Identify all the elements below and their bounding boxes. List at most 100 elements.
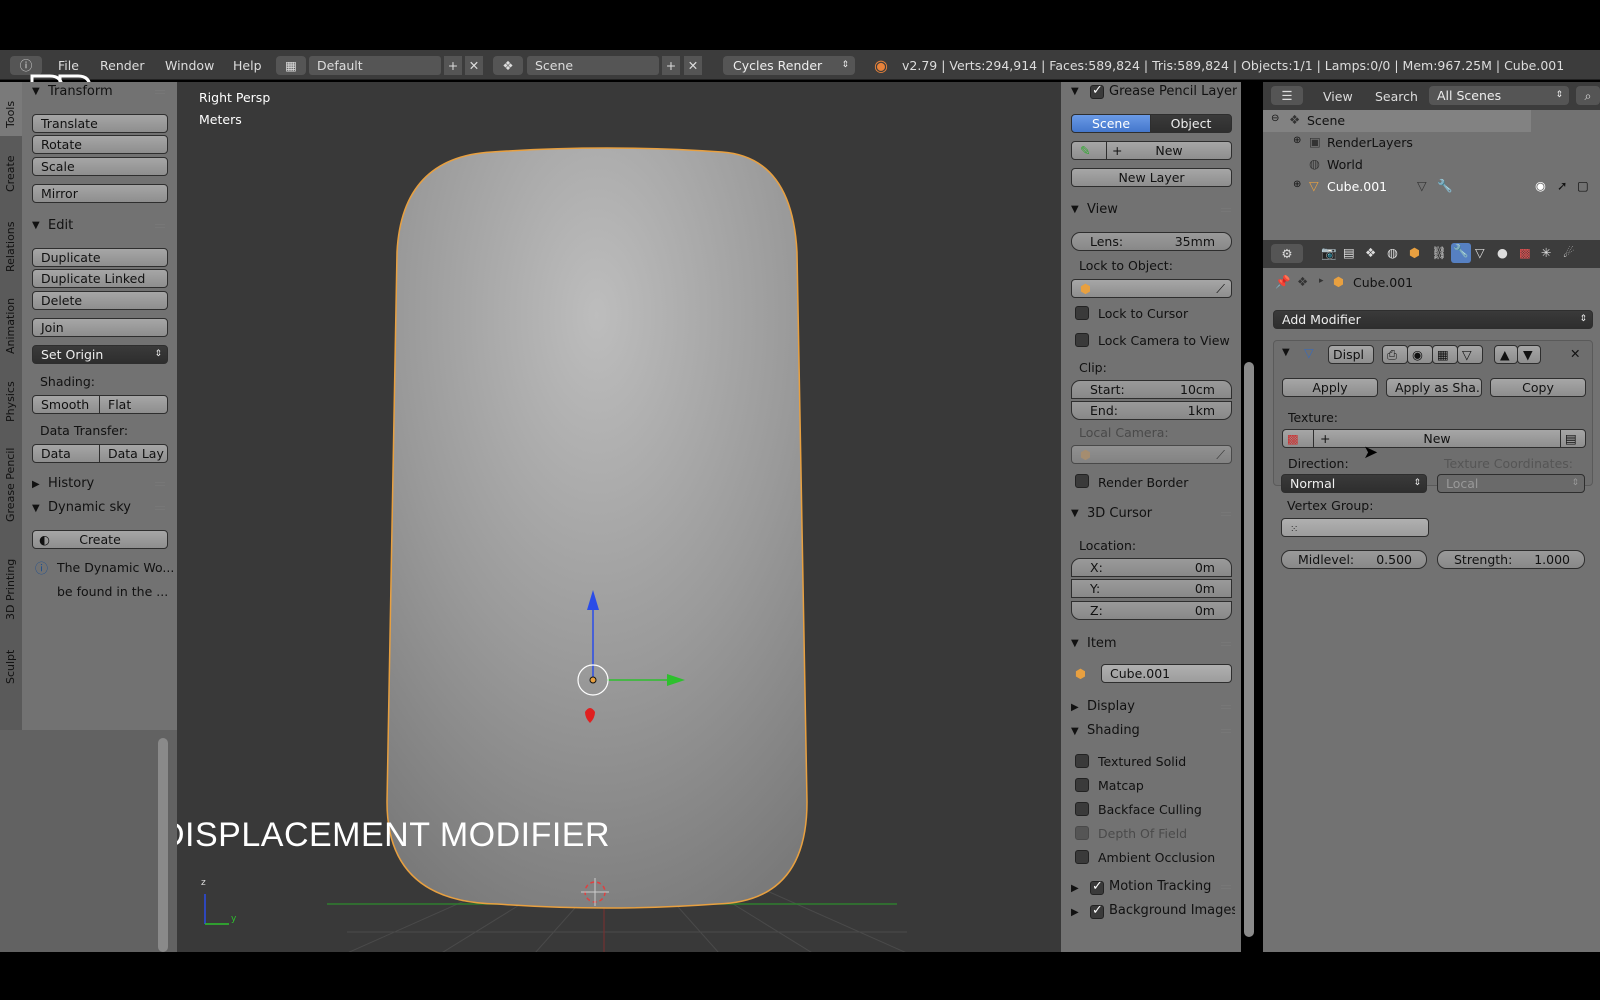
backface-culling-checkbox[interactable]: [1075, 802, 1089, 816]
expand-triangle-icon[interactable]: ▶: [32, 479, 40, 490]
duplicate-button[interactable]: Duplicate: [32, 248, 168, 267]
drag-grip-icon[interactable]: [155, 224, 165, 228]
scrollbar[interactable]: [158, 738, 168, 952]
view-header[interactable]: View: [1087, 202, 1118, 217]
scene-close-icon[interactable]: ✕: [684, 56, 702, 75]
copy-button[interactable]: Copy: [1490, 378, 1586, 397]
layout-field[interactable]: Default: [309, 56, 441, 75]
n-panel-scrollbar[interactable]: [1244, 362, 1254, 937]
background-images-header[interactable]: Background Images: [1109, 903, 1235, 918]
collapse-triangle-icon[interactable]: ▼: [32, 86, 40, 97]
collapse-triangle-icon[interactable]: ▼: [32, 503, 40, 514]
create-sky-button[interactable]: ◐ Create: [32, 530, 168, 549]
shading-header[interactable]: Shading: [1087, 723, 1140, 738]
lock-object-field[interactable]: ⬢ ⟋: [1071, 279, 1232, 298]
ambient-occlusion-checkbox[interactable]: [1075, 850, 1089, 864]
texture-coordinates-select[interactable]: Local ⇕: [1437, 474, 1585, 493]
constraints-tab-icon[interactable]: ⛓: [1431, 245, 1447, 261]
lock-camera-checkbox[interactable]: [1075, 333, 1089, 347]
show-editmode-toggle[interactable]: ▦: [1432, 345, 1458, 364]
drag-grip-icon[interactable]: [155, 482, 165, 486]
drag-grip-icon[interactable]: [1221, 642, 1231, 646]
collapse-triangle-icon[interactable]: ▼: [1071, 508, 1079, 519]
properties-editor-icon[interactable]: ⚙: [1271, 244, 1303, 263]
viewport[interactable]: z y Right Persp Meters DISPLACEMENT MODI…: [177, 82, 1061, 952]
smooth-button[interactable]: Smooth: [32, 395, 100, 414]
collapse-triangle-icon[interactable]: ▼: [1071, 86, 1079, 97]
collapse-triangle-icon[interactable]: ▼: [32, 220, 40, 231]
show-cage-toggle[interactable]: ▽: [1457, 345, 1483, 364]
strength-field[interactable]: Strength: 1.000: [1437, 550, 1585, 569]
cursor-y-field[interactable]: Y: 0m: [1071, 579, 1232, 598]
expand-icon[interactable]: ⊕: [1293, 135, 1301, 146]
data-button[interactable]: Data: [32, 444, 100, 463]
drag-grip-icon[interactable]: [1221, 512, 1231, 516]
new-gp-button[interactable]: + New: [1106, 141, 1232, 160]
scale-button[interactable]: Scale: [32, 157, 168, 176]
lens-field[interactable]: Lens: 35mm: [1071, 232, 1232, 251]
render-tab-icon[interactable]: 📷: [1321, 245, 1337, 261]
layout-type-icon[interactable]: ▦: [276, 56, 306, 75]
object-tab-icon[interactable]: ⬢: [1409, 245, 1420, 260]
outliner-editor-icon[interactable]: ☰: [1271, 86, 1303, 105]
render-layers-tab-icon[interactable]: ▤: [1343, 245, 1355, 260]
clip-end-field[interactable]: End: 1km: [1071, 401, 1232, 420]
scene-field[interactable]: Scene: [527, 56, 659, 75]
cursor-x-field[interactable]: X: 0m: [1071, 558, 1232, 577]
dynamic-sky-header[interactable]: Dynamic sky: [48, 500, 131, 515]
local-camera-field[interactable]: ⬢ ⟋: [1071, 445, 1232, 464]
texture-tab-icon[interactable]: ▩: [1519, 245, 1531, 260]
duplicate-linked-button[interactable]: Duplicate Linked: [32, 269, 168, 288]
show-viewport-toggle[interactable]: ◉: [1407, 345, 1433, 364]
motion-tracking-header[interactable]: Motion Tracking: [1109, 879, 1211, 894]
texture-browse[interactable]: ▩: [1282, 429, 1314, 448]
show-render-toggle[interactable]: ⎙: [1382, 345, 1408, 364]
collapse-triangle-icon[interactable]: ▼: [1071, 638, 1079, 649]
selectable-cursor-icon[interactable]: ➚: [1557, 178, 1567, 193]
history-header[interactable]: History: [48, 476, 94, 491]
modifier-name-field[interactable]: Displ: [1328, 345, 1374, 364]
drag-grip-icon[interactable]: [155, 90, 165, 94]
render-engine-select[interactable]: Cycles Render ⇕: [723, 56, 855, 75]
data-tab-icon[interactable]: ▽: [1475, 245, 1485, 260]
lock-to-cursor-checkbox[interactable]: [1075, 306, 1089, 320]
item-name-field[interactable]: Cube.001: [1101, 664, 1232, 683]
drag-grip-icon[interactable]: [1221, 885, 1231, 889]
collapse-triangle-icon[interactable]: ▼: [1282, 347, 1290, 358]
world-tab-icon[interactable]: ◍: [1387, 245, 1398, 260]
outliner-search-icon[interactable]: ⌕: [1576, 86, 1600, 105]
expand-triangle-icon[interactable]: ▶: [1071, 883, 1079, 894]
drag-grip-icon[interactable]: [1221, 729, 1231, 733]
outliner-search-menu[interactable]: Search: [1375, 89, 1418, 104]
physics-tab-icon[interactable]: ☄: [1563, 245, 1574, 260]
drag-grip-icon[interactable]: [1221, 705, 1231, 709]
layout-close-icon[interactable]: ✕: [465, 56, 483, 75]
collapse-triangle-icon[interactable]: ▼: [1071, 204, 1079, 215]
outliner-row-scene[interactable]: [1263, 110, 1531, 132]
drag-grip-icon[interactable]: [1221, 208, 1231, 212]
material-tab-icon[interactable]: ●: [1497, 245, 1508, 260]
data-lay-button[interactable]: Data Lay: [99, 444, 168, 463]
texture-options-button[interactable]: ▤: [1560, 429, 1586, 448]
midlevel-field[interactable]: Midlevel: 0.500: [1281, 550, 1427, 569]
apply-as-shape-button[interactable]: Apply as Sha...: [1386, 378, 1482, 397]
expand-icon[interactable]: ⊕: [1293, 179, 1301, 190]
vertex-group-field[interactable]: ⁙: [1281, 518, 1429, 537]
matcap-checkbox[interactable]: [1075, 778, 1089, 792]
flat-button[interactable]: Flat: [99, 395, 168, 414]
add-modifier-select[interactable]: Add Modifier ⇕: [1273, 310, 1593, 329]
mirror-button[interactable]: Mirror: [32, 184, 168, 203]
modifiers-tab-icon[interactable]: 🔧: [1451, 243, 1471, 263]
object-tab-button[interactable]: Object: [1150, 114, 1232, 133]
renderable-camera-icon[interactable]: ▢: [1577, 178, 1589, 193]
motion-tracking-checkbox[interactable]: [1090, 879, 1104, 895]
expand-triangle-icon[interactable]: ▶: [1071, 907, 1079, 918]
outliner-view-menu[interactable]: View: [1323, 89, 1353, 104]
display-header[interactable]: Display: [1087, 699, 1135, 714]
drag-grip-icon[interactable]: [155, 506, 165, 510]
menu-help[interactable]: Help: [233, 58, 262, 73]
cursor-header[interactable]: 3D Cursor: [1087, 506, 1152, 521]
pin-icon[interactable]: 📌: [1275, 274, 1291, 290]
render-border-checkbox[interactable]: [1075, 474, 1089, 488]
delete-button[interactable]: Delete: [32, 291, 168, 310]
